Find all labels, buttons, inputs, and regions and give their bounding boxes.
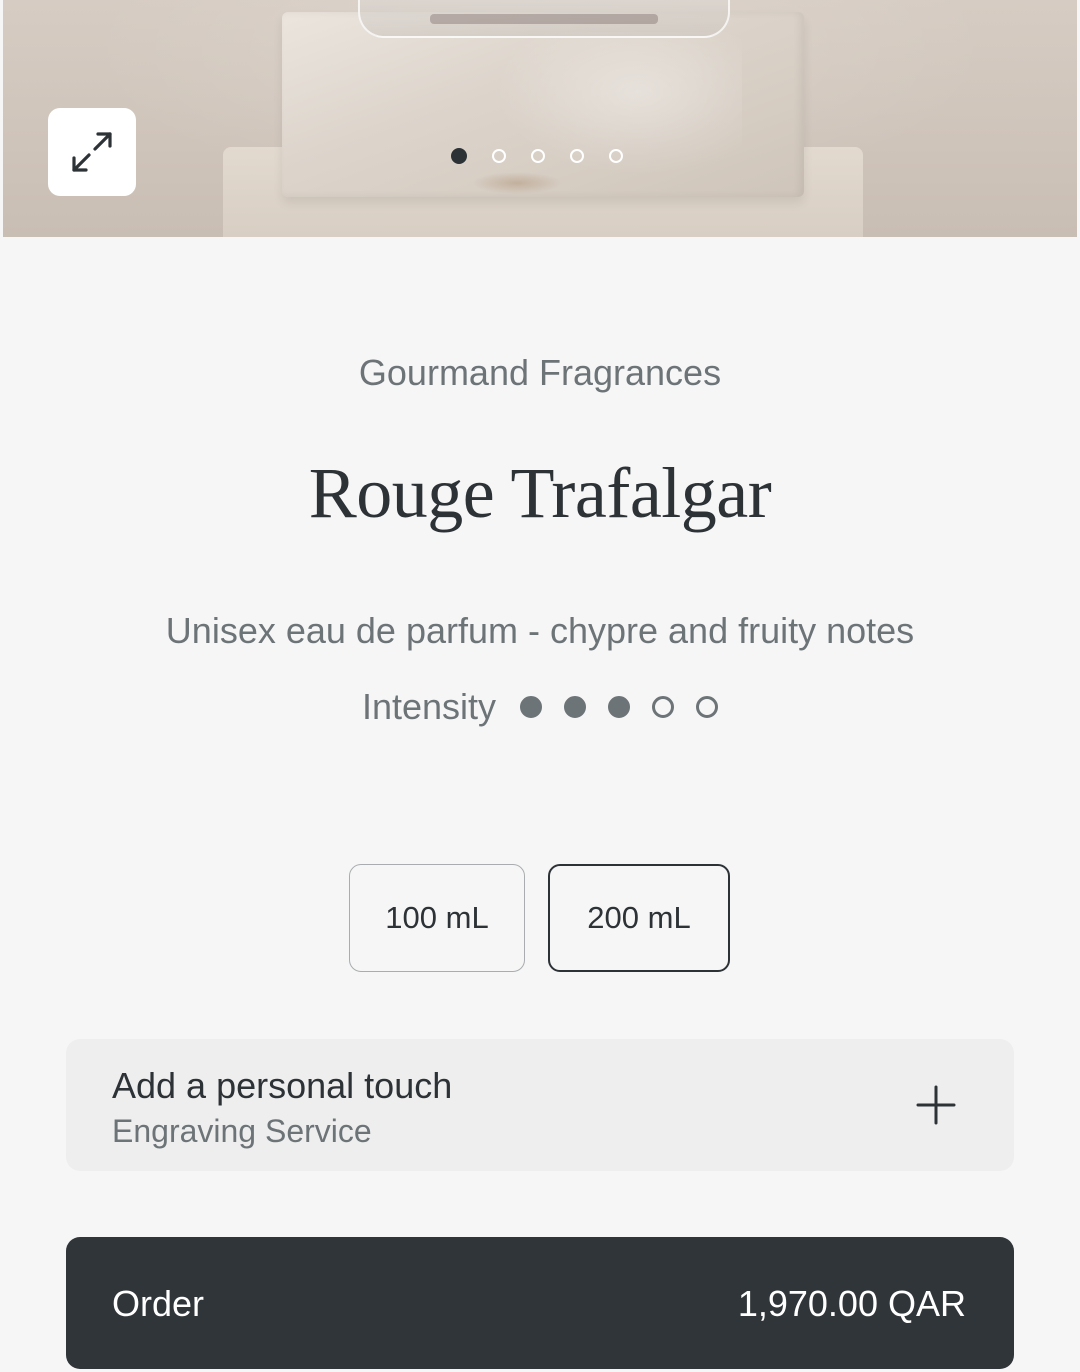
size-option-200ml[interactable]: 200 mL bbox=[548, 864, 730, 972]
product-description: Unisex eau de parfum - chypre and fruity… bbox=[165, 610, 915, 651]
expand-image-button[interactable] bbox=[48, 108, 136, 196]
intensity-dot-empty bbox=[696, 696, 719, 718]
intensity-dots bbox=[520, 696, 719, 718]
intensity-rating: Intensity bbox=[0, 686, 1080, 728]
personal-touch-card[interactable]: Add a personal touch Engraving Service bbox=[66, 1039, 1014, 1171]
carousel-pagination bbox=[451, 146, 623, 166]
intensity-label: Intensity bbox=[361, 686, 497, 727]
perfume-bottle bbox=[358, 0, 730, 38]
size-option-100ml[interactable]: 100 mL bbox=[349, 864, 525, 972]
order-price: 1,970.00 QAR bbox=[737, 1283, 966, 1324]
plus-icon[interactable] bbox=[916, 1085, 956, 1125]
intensity-dot-filled bbox=[564, 696, 587, 718]
order-label: Order bbox=[112, 1283, 205, 1324]
product-page: Gourmand Fragrances Rouge Trafalgar Unis… bbox=[0, 0, 1080, 1372]
carousel-dot[interactable] bbox=[531, 149, 545, 163]
carousel-dot[interactable] bbox=[451, 148, 467, 164]
expand-arrows-icon bbox=[72, 132, 112, 172]
stone-stain bbox=[472, 172, 562, 194]
personal-touch-subtitle: Engraving Service bbox=[112, 1113, 372, 1149]
bottle-liquid bbox=[430, 14, 658, 24]
intensity-dot-filled bbox=[520, 696, 543, 718]
personal-touch-title: Add a personal touch bbox=[112, 1065, 453, 1106]
intensity-dot-filled bbox=[608, 696, 631, 718]
product-title: Rouge Trafalgar bbox=[308, 453, 772, 533]
product-image[interactable] bbox=[3, 0, 1077, 237]
carousel-dot[interactable] bbox=[570, 149, 584, 163]
intensity-dot-empty bbox=[652, 696, 675, 718]
carousel-dot[interactable] bbox=[492, 149, 506, 163]
stone-pedestal-top bbox=[282, 12, 804, 197]
order-button[interactable]: Order 1,970.00 QAR bbox=[66, 1237, 1014, 1369]
product-category: Gourmand Fragrances bbox=[358, 352, 722, 393]
carousel-dot[interactable] bbox=[609, 149, 623, 163]
